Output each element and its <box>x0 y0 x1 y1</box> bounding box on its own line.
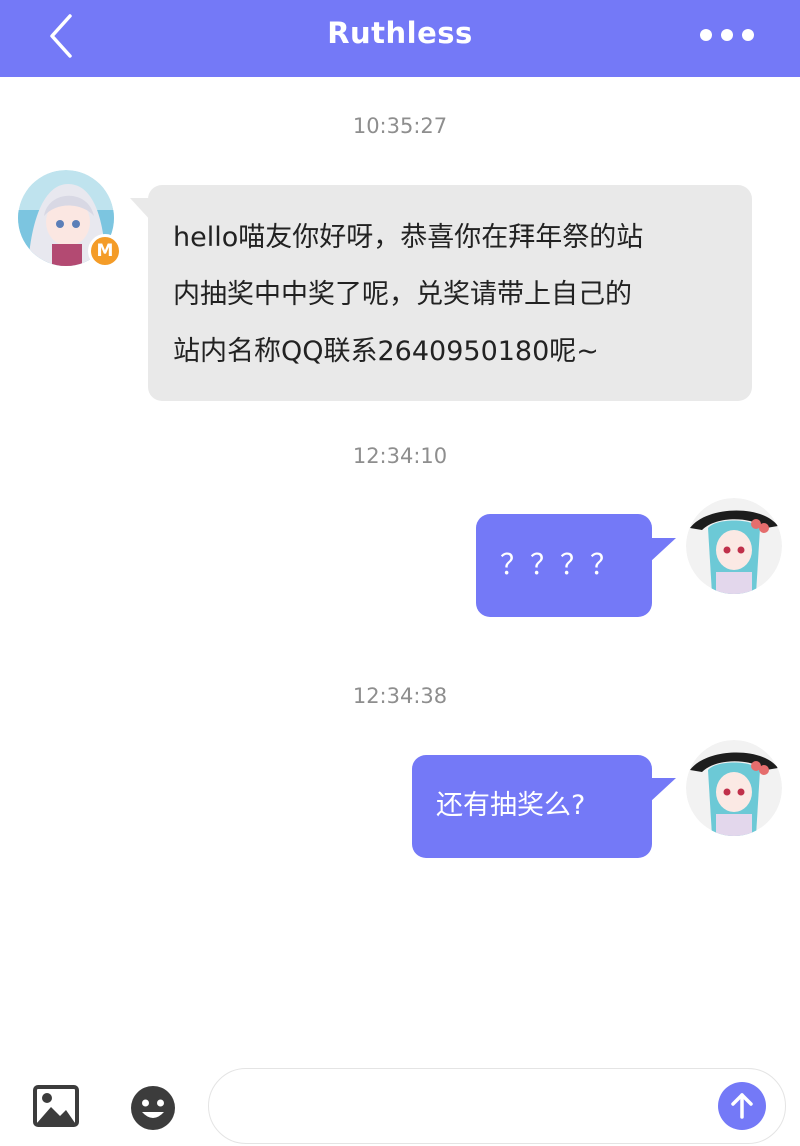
conversation-title: Ruthless <box>327 16 473 50</box>
more-options-button[interactable] <box>694 20 760 50</box>
message-text-line: 站内名称QQ联系2640950180呢~ <box>173 336 599 367</box>
message-timestamp: 10:35:27 <box>352 114 448 138</box>
arrow-up-icon <box>731 1093 753 1119</box>
message-timestamp: 12:34:38 <box>352 684 448 708</box>
image-icon <box>33 1085 79 1127</box>
message-input[interactable] <box>208 1068 786 1144</box>
chat-header: Ruthless <box>0 0 800 77</box>
emoji-icon <box>131 1086 175 1130</box>
message-text-line: 内抽奖中中奖了呢，兑奖请带上自己的 <box>173 279 632 310</box>
message-timestamp: 12:34:10 <box>352 444 448 468</box>
outgoing-message-bubble[interactable]: ？？？？ <box>476 514 652 617</box>
emoji-button[interactable] <box>130 1085 176 1131</box>
bubble-tail <box>650 538 676 562</box>
send-button[interactable] <box>718 1082 766 1130</box>
message-text: 还有抽奖么? <box>436 790 586 821</box>
incoming-message-bubble[interactable]: hello喵友你好呀，恭喜你在拜年祭的站 内抽奖中中奖了呢，兑奖请带上自己的 站… <box>148 185 752 401</box>
image-button[interactable] <box>33 1083 79 1129</box>
message-text: ？？？？ <box>500 548 621 581</box>
message-text-line: hello喵友你好呀，恭喜你在拜年祭的站 <box>173 222 644 253</box>
user-avatar[interactable] <box>686 498 782 594</box>
member-badge: M <box>88 234 122 268</box>
outgoing-message-bubble[interactable]: 还有抽奖么? <box>412 755 652 858</box>
bubble-tail <box>650 778 676 802</box>
user-avatar[interactable] <box>686 740 782 836</box>
